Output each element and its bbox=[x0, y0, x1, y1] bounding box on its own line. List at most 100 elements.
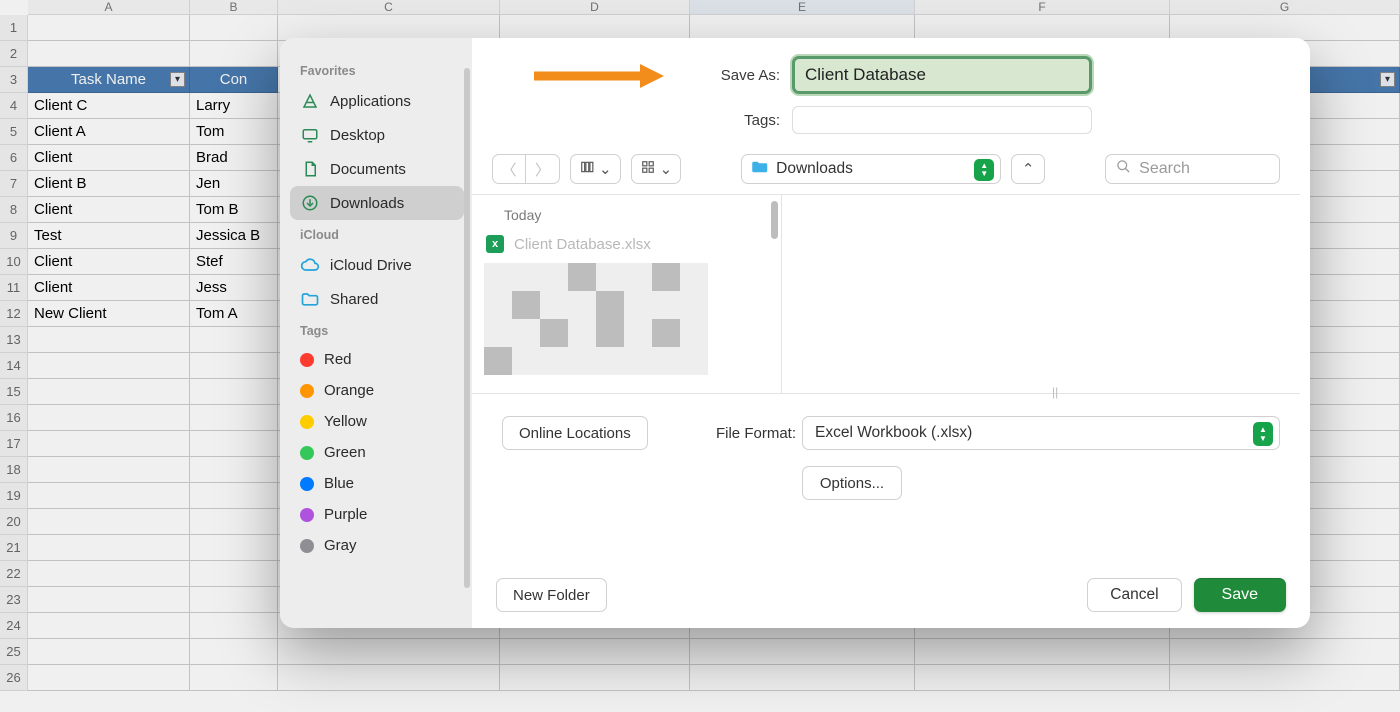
column-header[interactable]: C bbox=[278, 0, 500, 15]
cell[interactable] bbox=[190, 509, 278, 535]
cell[interactable] bbox=[28, 327, 190, 353]
search-field[interactable]: Search bbox=[1105, 154, 1280, 184]
cell[interactable] bbox=[278, 639, 500, 665]
cell-contact[interactable]: Tom A bbox=[190, 301, 278, 327]
cell[interactable] bbox=[1170, 665, 1400, 691]
row-header[interactable]: 22 bbox=[0, 561, 28, 587]
new-folder-button[interactable]: New Folder bbox=[496, 578, 607, 612]
row-header[interactable]: 26 bbox=[0, 665, 28, 691]
sidebar-item-downloads[interactable]: Downloads bbox=[290, 186, 464, 220]
location-picker[interactable]: Downloads ▲▼ bbox=[741, 154, 1001, 184]
file-format-select[interactable]: Excel Workbook (.xlsx) ▲▼ bbox=[802, 416, 1280, 450]
sidebar-tag-blue[interactable]: Blue bbox=[290, 468, 464, 499]
cell[interactable] bbox=[915, 639, 1170, 665]
row-header[interactable]: 8 bbox=[0, 197, 28, 223]
cell[interactable] bbox=[28, 535, 190, 561]
cell-contact[interactable]: Tom B bbox=[190, 197, 278, 223]
cancel-button[interactable]: Cancel bbox=[1087, 578, 1181, 612]
save-button[interactable]: Save bbox=[1194, 578, 1286, 612]
forward-button[interactable]: 〉 bbox=[526, 154, 560, 184]
row-header[interactable]: 10 bbox=[0, 249, 28, 275]
row-header[interactable]: 7 bbox=[0, 171, 28, 197]
row-header[interactable]: 6 bbox=[0, 145, 28, 171]
row-header[interactable]: 25 bbox=[0, 639, 28, 665]
cell[interactable] bbox=[190, 405, 278, 431]
cell-contact[interactable]: Stef bbox=[190, 249, 278, 275]
row-header[interactable]: 11 bbox=[0, 275, 28, 301]
row-header[interactable]: 20 bbox=[0, 509, 28, 535]
file-row[interactable]: Client Database.xlsx bbox=[472, 231, 781, 257]
cell-task[interactable]: Client bbox=[28, 145, 190, 171]
column-header[interactable]: D bbox=[500, 0, 690, 15]
cell[interactable] bbox=[28, 379, 190, 405]
cell[interactable] bbox=[190, 587, 278, 613]
save-as-input[interactable] bbox=[792, 56, 1092, 94]
cell[interactable] bbox=[915, 665, 1170, 691]
column-header[interactable]: A bbox=[28, 0, 190, 15]
row-header[interactable]: 19 bbox=[0, 483, 28, 509]
cell-contact[interactable]: Jess bbox=[190, 275, 278, 301]
cell[interactable] bbox=[190, 665, 278, 691]
cell-task[interactable]: Client bbox=[28, 197, 190, 223]
sidebar-item-desktop[interactable]: Desktop bbox=[290, 118, 464, 152]
row-header[interactable]: 9 bbox=[0, 223, 28, 249]
row-header[interactable]: 21 bbox=[0, 535, 28, 561]
cell[interactable] bbox=[190, 353, 278, 379]
cell[interactable] bbox=[190, 41, 278, 67]
cell[interactable] bbox=[690, 639, 915, 665]
cell[interactable] bbox=[500, 639, 690, 665]
collapse-button[interactable]: ⌃ bbox=[1011, 154, 1045, 184]
cell[interactable] bbox=[500, 665, 690, 691]
cell[interactable] bbox=[190, 613, 278, 639]
sidebar-item-icloud-drive[interactable]: iCloud Drive bbox=[290, 248, 464, 282]
cell-contact[interactable]: Larry bbox=[190, 93, 278, 119]
row-header[interactable]: 3 bbox=[0, 67, 28, 93]
cell-task[interactable]: Test bbox=[28, 223, 190, 249]
group-button[interactable]: ⌄ bbox=[631, 154, 682, 184]
cell[interactable] bbox=[190, 431, 278, 457]
cell[interactable] bbox=[28, 457, 190, 483]
cell[interactable] bbox=[190, 639, 278, 665]
cell-contact[interactable]: Jessica B bbox=[190, 223, 278, 249]
cell[interactable] bbox=[190, 561, 278, 587]
cell[interactable] bbox=[28, 587, 190, 613]
cell[interactable] bbox=[28, 561, 190, 587]
cell[interactable] bbox=[28, 665, 190, 691]
cell[interactable] bbox=[28, 483, 190, 509]
cell-task[interactable]: Client A bbox=[28, 119, 190, 145]
cell[interactable] bbox=[690, 665, 915, 691]
cell[interactable] bbox=[28, 41, 190, 67]
cell[interactable] bbox=[190, 327, 278, 353]
cell[interactable] bbox=[190, 15, 278, 41]
cell[interactable] bbox=[28, 509, 190, 535]
view-columns-button[interactable]: ⌄ bbox=[570, 154, 621, 184]
col-header-task[interactable]: Task Name▾ bbox=[28, 67, 190, 93]
row-header[interactable]: 24 bbox=[0, 613, 28, 639]
row-header[interactable]: 12 bbox=[0, 301, 28, 327]
column-header[interactable]: E bbox=[690, 0, 915, 15]
row-header[interactable]: 23 bbox=[0, 587, 28, 613]
file-column-2[interactable]: || bbox=[782, 195, 1300, 393]
column-header[interactable]: G bbox=[1170, 0, 1400, 15]
row-header[interactable]: 4 bbox=[0, 93, 28, 119]
cell[interactable] bbox=[28, 639, 190, 665]
column-header[interactable]: F bbox=[915, 0, 1170, 15]
cell-task[interactable]: Client B bbox=[28, 171, 190, 197]
row-header[interactable]: 1 bbox=[0, 15, 28, 41]
online-locations-button[interactable]: Online Locations bbox=[502, 416, 648, 450]
column-resize-handle[interactable]: || bbox=[1052, 385, 1062, 405]
row-header[interactable]: 18 bbox=[0, 457, 28, 483]
sidebar-item-documents[interactable]: Documents bbox=[290, 152, 464, 186]
cell[interactable] bbox=[28, 353, 190, 379]
row-header[interactable]: 15 bbox=[0, 379, 28, 405]
sidebar-item-applications[interactable]: Applications bbox=[290, 84, 464, 118]
row-header[interactable]: 17 bbox=[0, 431, 28, 457]
cell[interactable] bbox=[28, 15, 190, 41]
cell[interactable] bbox=[278, 665, 500, 691]
cell-contact[interactable]: Brad bbox=[190, 145, 278, 171]
row-header[interactable]: 13 bbox=[0, 327, 28, 353]
sidebar-tag-yellow[interactable]: Yellow bbox=[290, 406, 464, 437]
cell-task[interactable]: Client bbox=[28, 249, 190, 275]
cell-task[interactable]: New Client bbox=[28, 301, 190, 327]
cell[interactable] bbox=[190, 379, 278, 405]
